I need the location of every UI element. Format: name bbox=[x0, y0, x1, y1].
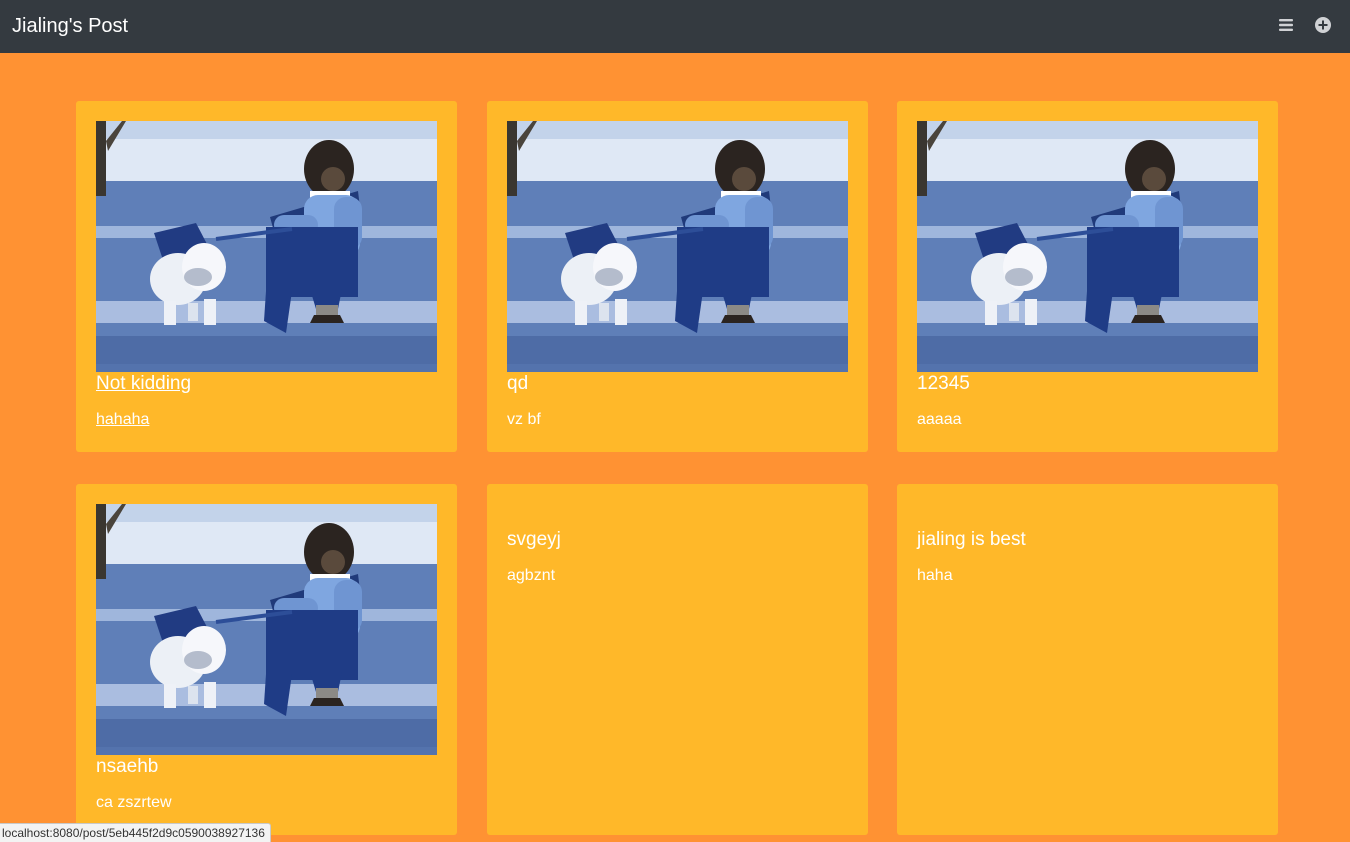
post-image[interactable] bbox=[96, 504, 437, 755]
post-title[interactable]: qd bbox=[507, 372, 528, 396]
post-title[interactable]: nsaehb bbox=[96, 755, 158, 779]
post-card[interactable]: Not kidding hahaha bbox=[76, 101, 457, 452]
link-status-bar: localhost:8080/post/5eb445f2d9c059003892… bbox=[0, 823, 271, 842]
navbar: Jialing's Post bbox=[0, 0, 1350, 53]
post-title[interactable]: 12345 bbox=[917, 372, 970, 396]
post-image[interactable] bbox=[507, 121, 848, 372]
post-title[interactable]: jialing is best bbox=[917, 528, 1026, 552]
app-brand[interactable]: Jialing's Post bbox=[12, 13, 128, 39]
post-title[interactable]: svgeyj bbox=[507, 528, 561, 552]
post-image[interactable] bbox=[917, 121, 1258, 372]
post-text[interactable]: hahaha bbox=[96, 410, 149, 430]
post-card[interactable]: nsaehb ca zszrtew bbox=[76, 484, 457, 835]
post-card[interactable]: jialing is best haha bbox=[897, 484, 1278, 835]
post-card[interactable]: qd vz bf bbox=[487, 101, 868, 452]
post-text: vz bf bbox=[507, 411, 541, 428]
post-card[interactable]: 12345 aaaaa bbox=[897, 101, 1278, 452]
post-text: haha bbox=[917, 567, 953, 584]
post-title[interactable]: Not kidding bbox=[96, 372, 191, 396]
post-card[interactable]: svgeyj agbznt bbox=[487, 484, 868, 835]
post-image[interactable] bbox=[96, 121, 437, 372]
post-text: aaaaa bbox=[917, 411, 962, 428]
post-text: agbznt bbox=[507, 567, 556, 584]
post-text: ca zszrtew bbox=[96, 794, 172, 811]
hamburger-menu-icon[interactable] bbox=[1276, 15, 1296, 35]
plus-circle-icon[interactable] bbox=[1313, 15, 1333, 35]
